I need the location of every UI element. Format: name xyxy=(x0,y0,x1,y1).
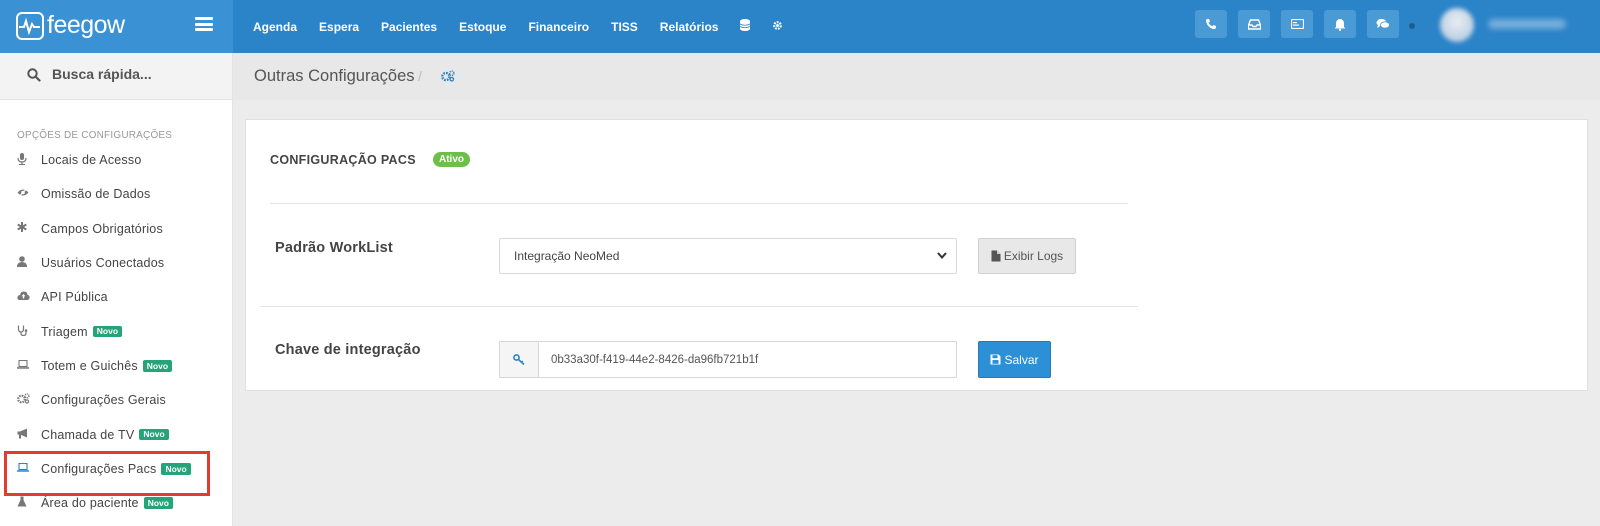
asterisk-icon xyxy=(17,222,41,235)
search-icon xyxy=(27,68,41,87)
file-icon xyxy=(991,250,1001,262)
user-name-blurred[interactable] xyxy=(1488,19,1566,29)
sidebar-item-locais-de-acesso[interactable]: Locais de Acesso xyxy=(0,143,232,177)
divider xyxy=(261,306,1138,307)
user-avatar[interactable] xyxy=(1440,8,1474,42)
key-icon xyxy=(499,341,538,378)
save-button[interactable]: Salvar xyxy=(978,341,1051,378)
top-action-icons xyxy=(1195,10,1410,38)
laptop-icon xyxy=(17,462,41,475)
show-logs-button[interactable]: Exibir Logs xyxy=(978,238,1076,274)
quick-search xyxy=(0,53,232,100)
laptop-icon xyxy=(17,359,41,372)
microphone-icon xyxy=(17,152,41,168)
nav-agenda[interactable]: Agenda xyxy=(253,20,297,34)
gears-icon xyxy=(441,69,455,87)
bell-icon[interactable] xyxy=(1324,10,1356,38)
save-label: Salvar xyxy=(1004,352,1039,367)
new-badge: Novo xyxy=(142,360,173,372)
card-icon[interactable] xyxy=(1281,10,1313,38)
sidebar-item-configuracoes-gerais[interactable]: Configurações Gerais xyxy=(0,383,232,417)
cloud-upload-icon xyxy=(17,291,41,303)
nav-relatorios[interactable]: Relatórios xyxy=(660,20,719,34)
integration-key-label: Chave de integração xyxy=(275,342,421,358)
nav-espera[interactable]: Espera xyxy=(319,20,359,34)
phone-icon[interactable] xyxy=(1195,10,1227,38)
sidebar-item-api-publica[interactable]: API Pública xyxy=(0,280,232,314)
chat-icon[interactable] xyxy=(1367,10,1399,38)
worklist-select[interactable]: Integração NeoMed xyxy=(499,238,957,274)
eye-slash-icon xyxy=(17,188,41,200)
sidebar: OPÇÕES DE CONFIGURAÇÕES Locais de Acesso… xyxy=(0,53,233,526)
integration-key-input[interactable] xyxy=(538,341,957,378)
worklist-selected-value: Integração NeoMed xyxy=(514,249,620,263)
bullhorn-icon xyxy=(17,428,41,442)
sidebar-item-omissao-de-dados[interactable]: Omissão de Dados xyxy=(0,177,232,211)
chevron-down-icon xyxy=(936,249,948,264)
sidebar-item-label: Campos Obrigatórios xyxy=(41,221,163,236)
breadcrumb: Outras Configurações / xyxy=(233,53,1600,100)
floppy-disk-icon xyxy=(990,354,1001,365)
new-badge: Novo xyxy=(143,497,173,509)
new-badge: Novo xyxy=(161,463,191,475)
sidebar-item-usuarios-conectados[interactable]: Usuários Conectados xyxy=(0,246,232,280)
sidebar-item-label: Usuários Conectados xyxy=(41,256,165,271)
sidebar-item-label: Locais de Acesso xyxy=(41,153,142,168)
gear-icon[interactable] xyxy=(772,19,783,34)
sidebar-item-label: Área do paciente xyxy=(41,496,139,511)
new-badge: Novo xyxy=(139,428,169,441)
top-navbar: feegow Agenda Espera Pacientes Estoque F… xyxy=(0,0,1600,53)
settings-menu: Locais de Acesso Omissão de Dados Campos… xyxy=(0,143,232,520)
sidebar-section-header: OPÇÕES DE CONFIGURAÇÕES xyxy=(17,130,173,141)
user-icon xyxy=(17,256,41,270)
main-menu: Agenda Espera Pacientes Estoque Financei… xyxy=(253,0,805,53)
sidebar-item-triagem[interactable]: Triagem Novo xyxy=(0,314,232,348)
sidebar-item-area-do-paciente[interactable]: Área do paciente Novo xyxy=(0,486,232,520)
brand-area: feegow xyxy=(0,0,233,53)
sidebar-item-label: Omissão de Dados xyxy=(41,187,151,202)
worklist-label: Padrão WorkList xyxy=(275,240,393,256)
logo-pulse-icon xyxy=(16,11,44,40)
nav-financeiro[interactable]: Financeiro xyxy=(528,20,589,34)
flask-icon xyxy=(17,496,41,510)
gears-icon xyxy=(17,393,41,407)
sidebar-item-totem-e-guiches[interactable]: Totem e Guichês Novo xyxy=(0,349,232,383)
sidebar-item-chamada-de-tv[interactable]: Chamada de TV Novo xyxy=(0,417,232,451)
sidebar-item-label: Chamada de TV xyxy=(41,427,135,442)
pacs-config-panel: CONFIGURAÇÃO PACS Ativo Padrão WorkList … xyxy=(245,119,1588,391)
sidebar-item-configuracoes-pacs[interactable]: Configurações Pacs Novo xyxy=(0,450,232,497)
new-badge: Novo xyxy=(92,325,123,338)
database-icon[interactable] xyxy=(740,19,751,34)
sidebar-item-label: Triagem xyxy=(41,324,88,339)
page-title: Outras Configurações xyxy=(254,67,415,85)
logo[interactable]: feegow xyxy=(16,11,125,40)
sidebar-item-campos-obrigatorios[interactable]: Campos Obrigatórios xyxy=(0,212,232,246)
divider xyxy=(270,203,1128,204)
sidebar-item-label: Totem e Guichês xyxy=(41,358,138,373)
breadcrumb-separator: / xyxy=(418,68,422,84)
show-logs-label: Exibir Logs xyxy=(1003,249,1064,263)
panel-title: CONFIGURAÇÃO PACS xyxy=(270,153,416,167)
sidebar-item-label: Configurações Pacs xyxy=(41,461,157,476)
stethoscope-icon xyxy=(17,325,41,339)
online-status-dot xyxy=(1409,23,1415,29)
sidebar-item-label: Configurações Gerais xyxy=(41,393,166,408)
status-badge: Ativo xyxy=(433,152,470,167)
inbox-icon[interactable] xyxy=(1238,10,1270,38)
nav-tiss[interactable]: TISS xyxy=(611,20,638,34)
logo-text: feegow xyxy=(47,11,125,39)
sidebar-item-label: API Pública xyxy=(41,290,108,305)
nav-estoque[interactable]: Estoque xyxy=(459,20,506,34)
search-input[interactable] xyxy=(52,66,222,82)
menu-toggle-icon[interactable] xyxy=(195,17,213,31)
nav-pacientes[interactable]: Pacientes xyxy=(381,20,437,34)
